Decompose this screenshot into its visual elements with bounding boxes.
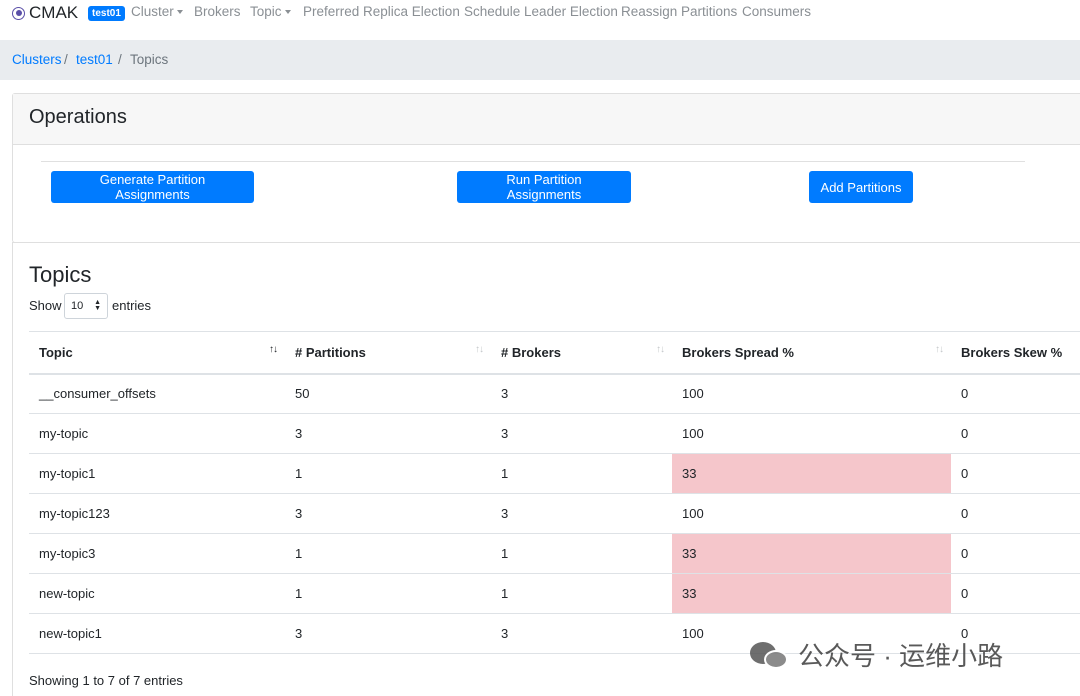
operations-title: Operations [29, 106, 127, 128]
table-row: my-topic 3 3 100 0 [29, 413, 1080, 454]
brokers-skew-cell: 0 [951, 533, 1080, 574]
sort-icon: ↑↓ [935, 344, 944, 355]
navbar: CMAK test01 Cluster Brokers Topic Prefer… [0, 0, 1080, 40]
nav-label: Cluster [131, 4, 174, 19]
watermark-text: 公众号 · 运维小路 [798, 641, 1004, 671]
column-header-brokers[interactable]: # Brokers ↑↓ [491, 331, 672, 375]
brokers-spread-cell: 100 [672, 413, 951, 454]
topic-link[interactable]: my-topic [29, 413, 285, 454]
sort-asc-icon: ↑↓ [269, 344, 278, 355]
table-row: my-topic123 3 3 100 0 [29, 493, 1080, 534]
wechat-icon [750, 640, 790, 670]
column-header-brokers-spread[interactable]: Brokers Spread % ↑↓ [672, 331, 951, 375]
cmak-logo-icon [12, 6, 25, 20]
brokers-cell: 1 [491, 573, 672, 614]
brokers-skew-cell: 0 [951, 413, 1080, 454]
column-label: Brokers Spread % [682, 344, 794, 360]
brokers-spread-cell: 33 [672, 533, 951, 574]
nav-preferred-replica-election[interactable]: Preferred Replica Election [303, 4, 460, 19]
brokers-cell: 3 [491, 373, 672, 414]
topic-link[interactable]: new-topic1 [29, 613, 285, 654]
brand-link[interactable]: CMAK [12, 3, 78, 23]
column-header-brokers-skew[interactable]: Brokers Skew % [951, 331, 1080, 375]
brokers-cell: 3 [491, 613, 672, 654]
brokers-skew-cell: 0 [951, 453, 1080, 494]
topic-link[interactable]: __consumer_offsets [29, 373, 285, 414]
breadcrumb-separator: / [64, 52, 68, 67]
run-partition-assignments-button[interactable]: Run Partition Assignments [457, 171, 631, 203]
nav-topic-dropdown[interactable]: Topic [250, 4, 291, 19]
table-header-row: Topic ↑↓ # Partitions ↑↓ # Brokers ↑↓ Broke… [29, 331, 1080, 375]
topic-link[interactable]: new-topic [29, 573, 285, 614]
brokers-cell: 1 [491, 533, 672, 574]
nav-consumers[interactable]: Consumers [742, 4, 811, 19]
table-info: Showing 1 to 7 of 7 entries [29, 673, 183, 688]
column-header-partitions[interactable]: # Partitions ↑↓ [285, 331, 491, 375]
operations-header: Operations [13, 94, 1080, 145]
brokers-spread-cell: 33 [672, 573, 951, 614]
topics-title: Topics [29, 262, 92, 287]
partitions-cell: 3 [285, 493, 491, 534]
column-label: Topic [39, 344, 73, 360]
add-partitions-button[interactable]: Add Partitions [809, 171, 913, 203]
column-label: Brokers Skew % [961, 344, 1063, 360]
brokers-spread-cell: 100 [672, 373, 951, 414]
generate-partition-assignments-button[interactable]: Generate Partition Assignments [51, 171, 254, 203]
topic-link[interactable]: my-topic1 [29, 453, 285, 494]
brand-name: CMAK [29, 3, 79, 22]
table-row: new-topic 1 1 33 0 [29, 573, 1080, 614]
partitions-cell: 1 [285, 533, 491, 574]
page-length-value: 10 [71, 300, 84, 312]
sort-icon: ↑↓ [656, 344, 665, 355]
table-row: my-topic3 1 1 33 0 [29, 533, 1080, 574]
table-row: my-topic1 1 1 33 0 [29, 453, 1080, 494]
operations-card: Operations Generate Partition Assignment… [12, 93, 1080, 243]
brokers-cell: 1 [491, 453, 672, 494]
nav-reassign-partitions[interactable]: Reassign Partitions [621, 4, 737, 19]
brokers-spread-cell: 33 [672, 453, 951, 494]
topics-table: Topic ↑↓ # Partitions ↑↓ # Brokers ↑↓ Broke… [29, 331, 1080, 654]
show-label: Show [29, 298, 62, 313]
sort-icon: ↑↓ [475, 344, 484, 355]
nav-cluster-dropdown[interactable]: Cluster [131, 4, 183, 19]
breadcrumb-clusters[interactable]: Clusters [12, 52, 62, 67]
partitions-cell: 50 [285, 373, 491, 414]
brokers-spread-cell: 100 [672, 493, 951, 534]
topic-link[interactable]: my-topic3 [29, 533, 285, 574]
brokers-skew-cell: 0 [951, 573, 1080, 614]
partitions-cell: 1 [285, 573, 491, 614]
brokers-skew-cell: 0 [951, 373, 1080, 414]
partitions-cell: 1 [285, 453, 491, 494]
column-label: # Brokers [501, 344, 561, 360]
divider [41, 161, 1025, 162]
caret-down-icon [284, 10, 291, 15]
brokers-skew-cell: 0 [951, 493, 1080, 534]
table-row: __consumer_offsets 50 3 100 0 [29, 373, 1080, 414]
page-length-select[interactable]: 10 ▲ ▼ [64, 293, 108, 319]
breadcrumb: Clusters / test01 / Topics [0, 40, 1080, 80]
breadcrumb-separator: / [118, 52, 122, 67]
partitions-cell: 3 [285, 413, 491, 454]
column-label: # Partitions [295, 344, 366, 360]
watermark: 公众号 · 运维小路 [750, 636, 1003, 673]
nav-brokers[interactable]: Brokers [194, 4, 241, 19]
nav-schedule-leader-election[interactable]: Schedule Leader Election [464, 4, 618, 19]
brokers-cell: 3 [491, 493, 672, 534]
select-arrows-icon: ▲ ▼ [94, 299, 101, 312]
breadcrumb-cluster[interactable]: test01 [76, 52, 113, 67]
column-header-topic[interactable]: Topic ↑↓ [29, 331, 285, 375]
caret-down-icon [176, 10, 183, 15]
entries-label: entries [112, 298, 152, 313]
cluster-badge: test01 [88, 6, 125, 21]
brokers-cell: 3 [491, 413, 672, 454]
partitions-cell: 3 [285, 613, 491, 654]
nav-label: Topic [250, 4, 282, 19]
topic-link[interactable]: my-topic123 [29, 493, 285, 534]
breadcrumb-current: Topics [130, 52, 169, 67]
